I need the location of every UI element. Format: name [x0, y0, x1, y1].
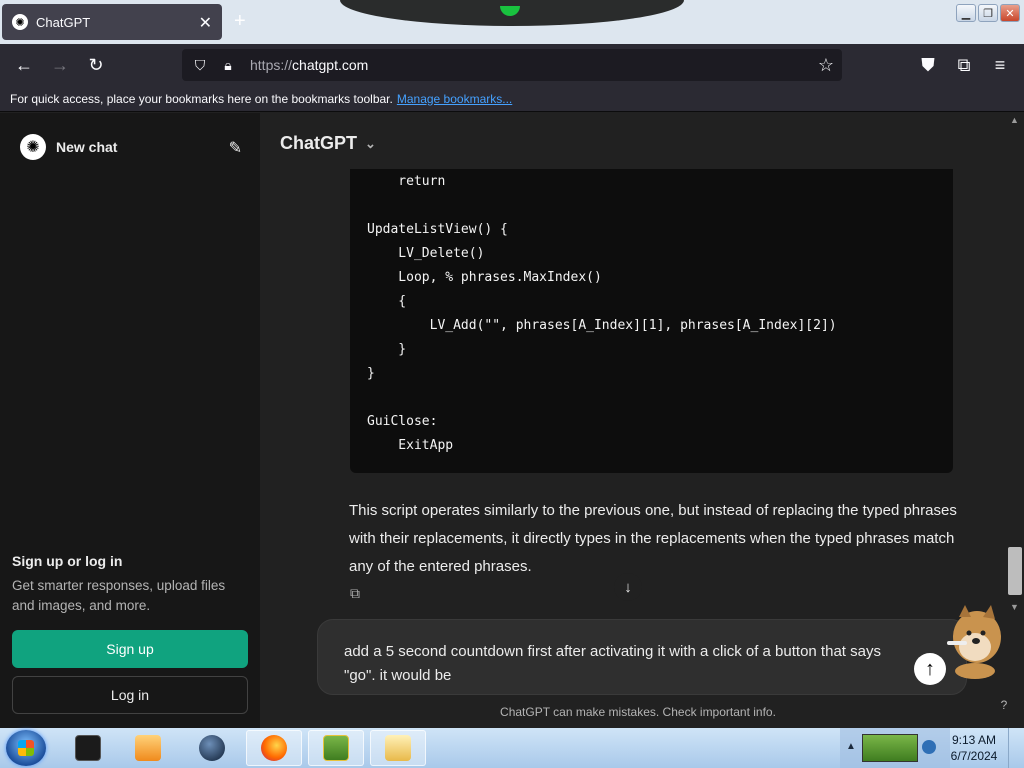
taskbar-item-globe[interactable]	[184, 730, 240, 766]
restore-button[interactable]: ❐	[978, 4, 998, 22]
minimize-button[interactable]: ▁	[956, 4, 976, 22]
show-desktop-button[interactable]	[1008, 728, 1024, 768]
disclaimer-text: ChatGPT can make mistakes. Check importa…	[500, 705, 776, 719]
code-line: Loop, % phrases.MaxIndex()	[367, 270, 602, 285]
code-line: }	[367, 342, 407, 357]
close-icon[interactable]: ✕	[199, 13, 212, 33]
taskbar-item-explorer[interactable]	[370, 730, 426, 766]
box-game-icon	[323, 735, 349, 761]
sign-up-button[interactable]: Sign up	[12, 630, 248, 668]
plus-icon[interactable]: +	[234, 10, 246, 33]
url-host: chatgpt.com	[292, 57, 369, 73]
tab-chatgpt[interactable]: ✺ ChatGPT ✕	[2, 4, 222, 40]
code-line: {	[367, 294, 407, 309]
clock-date: 6/7/2024	[950, 749, 998, 763]
pocket-icon[interactable]: ⛊	[914, 51, 942, 79]
window-controls: ▁ ❐ ✕	[956, 4, 1020, 22]
tab-title: ChatGPT	[36, 14, 91, 30]
scroll-up-arrow-icon[interactable]: ▲	[1010, 115, 1019, 125]
send-button[interactable]: ↑	[914, 653, 946, 685]
firefox-icon	[261, 735, 287, 761]
url-scheme: https://	[250, 57, 293, 73]
new-chat-button[interactable]: ✺ New chat ✎	[10, 129, 250, 165]
taskbar-item-box-game[interactable]	[308, 730, 364, 766]
edit-icon[interactable]: ✎	[229, 138, 242, 158]
lock-icon[interactable]: 🔒︎	[218, 57, 238, 74]
taskbar-item-firefox[interactable]	[246, 730, 302, 766]
chatgpt-logo-icon: ✺	[12, 14, 28, 30]
composer-input[interactable]: add a 5 second countdown first after act…	[344, 640, 904, 688]
copy-icon[interactable]: ⧉	[350, 585, 360, 602]
taskbar-item-media-player[interactable]	[120, 730, 176, 766]
sidebar: ✺ New chat ✎ Sign up or log in Get smart…	[0, 113, 260, 728]
vertical-scrollbar[interactable]: ▲ ▼	[1006, 113, 1024, 728]
code-line: return	[367, 174, 446, 189]
arrow-up-icon: ↑	[925, 657, 935, 680]
signup-description: Get smarter responses, upload files and …	[12, 578, 226, 613]
code-line: }	[367, 366, 375, 381]
clock-time: 9:13 AM	[951, 733, 997, 747]
model-selector[interactable]: ChatGPT ⌄	[280, 133, 376, 154]
tray-app-icon[interactable]	[862, 734, 918, 762]
code-line: LV_Add("", phrases[A_Index][1], phrases[…	[367, 318, 837, 333]
chevron-down-icon: ⌄	[365, 135, 376, 151]
message-composer[interactable]: add a 5 second countdown first after act…	[317, 619, 967, 695]
arrow-down-icon[interactable]: ↓	[614, 573, 642, 601]
puzzle-icon[interactable]: ⧉	[950, 51, 978, 79]
doge-sticker-image	[947, 605, 1001, 679]
start-button[interactable]	[6, 730, 46, 766]
arrow-left-icon[interactable]: ←	[10, 51, 38, 79]
star-icon[interactable]: ☆	[818, 55, 834, 76]
bookmarks-message: For quick access, place your bookmarks h…	[10, 91, 393, 106]
code-line: ExitApp	[367, 438, 454, 453]
shield-icon[interactable]: ⛉	[190, 57, 210, 74]
chatgpt-logo-icon: ✺	[20, 134, 46, 160]
media-player-icon	[135, 735, 161, 761]
new-chat-label: New chat	[56, 139, 118, 155]
system-clock[interactable]: 9:13 AM 6/7/2024	[950, 732, 998, 764]
code-line: GuiClose:	[367, 414, 438, 429]
close-window-button[interactable]: ✕	[1000, 4, 1020, 22]
code-line: UpdateListView() {	[367, 222, 508, 237]
url-bar[interactable]: ⛉ 🔒︎ https://chatgpt.com ☆	[182, 49, 842, 81]
desktop-widget	[340, 0, 684, 26]
arrow-right-icon[interactable]: →	[46, 51, 74, 79]
windows-logo-icon	[18, 740, 34, 756]
chevron-up-icon[interactable]: ▲	[846, 741, 856, 752]
folder-icon	[385, 735, 411, 761]
hamburger-icon[interactable]: ≡	[986, 51, 1014, 79]
manage-bookmarks-link[interactable]: Manage bookmarks...	[397, 92, 512, 106]
system-tray: ▲	[840, 728, 950, 768]
code-block: return UpdateListView() { LV_Delete() Lo…	[350, 169, 953, 473]
taskbar-item-terminal[interactable]	[60, 730, 116, 766]
chat-main: ChatGPT ⌄ return UpdateListView() { LV_D…	[260, 113, 1024, 728]
reload-icon[interactable]: ↻	[82, 51, 110, 79]
navigation-toolbar: ← → ↻ ⛉ 🔒︎ https://chatgpt.com ☆ ⛊ ⧉ ≡	[0, 44, 1024, 86]
assistant-message: This script operates similarly to the pr…	[349, 502, 957, 575]
browser-tab-strip: ✺ ChatGPT ✕ + ▁ ❐ ✕	[0, 0, 1024, 44]
scroll-down-arrow-icon[interactable]: ▼	[1010, 602, 1019, 612]
os-taskbar: ▲ 9:13 AM 6/7/2024	[0, 728, 1024, 768]
scrollbar-thumb[interactable]	[1008, 547, 1022, 595]
network-icon[interactable]	[922, 740, 936, 754]
globe-icon	[199, 735, 225, 761]
signup-title: Sign up or log in	[12, 553, 123, 569]
terminal-icon	[75, 735, 101, 761]
code-line: LV_Delete()	[367, 246, 485, 261]
model-name: ChatGPT	[280, 133, 358, 153]
log-in-button[interactable]: Log in	[12, 676, 248, 714]
bookmarks-toolbar: For quick access, place your bookmarks h…	[0, 86, 1024, 112]
